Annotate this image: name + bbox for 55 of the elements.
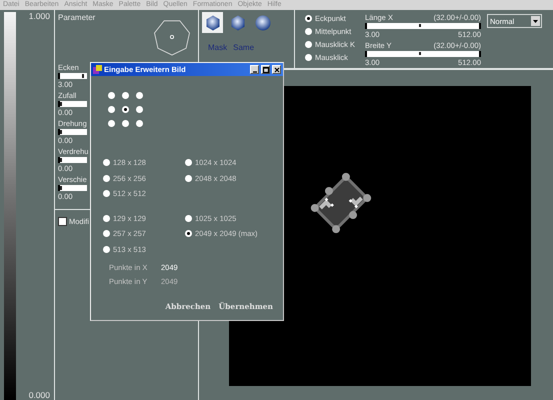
close-icon bbox=[273, 66, 281, 74]
slider-track[interactable] bbox=[58, 129, 87, 135]
radio-button[interactable] bbox=[185, 174, 192, 182]
hexagon-icon bbox=[204, 14, 220, 30]
radio-button[interactable] bbox=[305, 15, 312, 22]
slider-thumb[interactable] bbox=[82, 74, 84, 78]
radio-button[interactable] bbox=[136, 120, 143, 127]
maximize-button[interactable] bbox=[261, 65, 270, 74]
panel-title: Parameter bbox=[58, 13, 96, 24]
slider-track[interactable] bbox=[365, 23, 481, 29]
radio-button[interactable] bbox=[122, 92, 129, 99]
radio-button[interactable] bbox=[136, 106, 143, 113]
minimize-button[interactable] bbox=[250, 65, 259, 74]
app-icon bbox=[93, 65, 102, 74]
scale-max-label: 1.000 bbox=[28, 11, 50, 21]
radio-button[interactable] bbox=[103, 159, 110, 166]
hexagon-icon bbox=[230, 14, 246, 30]
slider-thumb[interactable] bbox=[418, 24, 421, 27]
slider-track[interactable] bbox=[58, 73, 87, 79]
radio-button[interactable] bbox=[122, 120, 129, 127]
radio-button[interactable] bbox=[185, 159, 192, 166]
radio-button[interactable] bbox=[305, 54, 312, 61]
radio-button[interactable] bbox=[103, 246, 110, 253]
radio-button[interactable] bbox=[103, 174, 110, 182]
dropdown-arrow-icon bbox=[533, 20, 538, 22]
radio-button[interactable] bbox=[305, 41, 312, 48]
radio-button[interactable] bbox=[305, 28, 312, 35]
slider-track[interactable] bbox=[365, 50, 481, 56]
slider-thumb[interactable] bbox=[60, 130, 62, 134]
toolbar-label: Mask bbox=[208, 43, 228, 52]
maximize-icon bbox=[262, 66, 270, 74]
circle-icon bbox=[254, 14, 270, 30]
radio-button[interactable] bbox=[108, 92, 115, 99]
slider-thumb[interactable] bbox=[60, 102, 62, 106]
radio-button[interactable] bbox=[136, 92, 143, 99]
toolbar-label: Same bbox=[233, 43, 254, 52]
radio-button[interactable] bbox=[108, 106, 115, 113]
slider-track[interactable] bbox=[58, 157, 87, 163]
radio-button[interactable] bbox=[103, 190, 110, 198]
shape-button[interactable] bbox=[202, 12, 223, 33]
slider-thumb[interactable] bbox=[60, 158, 62, 162]
polygon-preview-drawing bbox=[154, 20, 190, 56]
radio-button[interactable] bbox=[185, 214, 192, 222]
slider-track[interactable] bbox=[58, 185, 87, 191]
slider-thumb[interactable] bbox=[60, 186, 62, 190]
radio-button[interactable] bbox=[103, 230, 110, 238]
slider-track[interactable] bbox=[58, 101, 87, 107]
radio-button[interactable] bbox=[103, 214, 110, 222]
slider-thumb[interactable] bbox=[418, 52, 421, 54]
radio-button[interactable] bbox=[122, 106, 129, 113]
checkbox[interactable] bbox=[58, 217, 67, 226]
close-button[interactable] bbox=[272, 65, 281, 74]
radio-button[interactable] bbox=[185, 230, 192, 238]
scale-min-label: 0.000 bbox=[28, 390, 50, 400]
radio-button[interactable] bbox=[108, 120, 115, 127]
